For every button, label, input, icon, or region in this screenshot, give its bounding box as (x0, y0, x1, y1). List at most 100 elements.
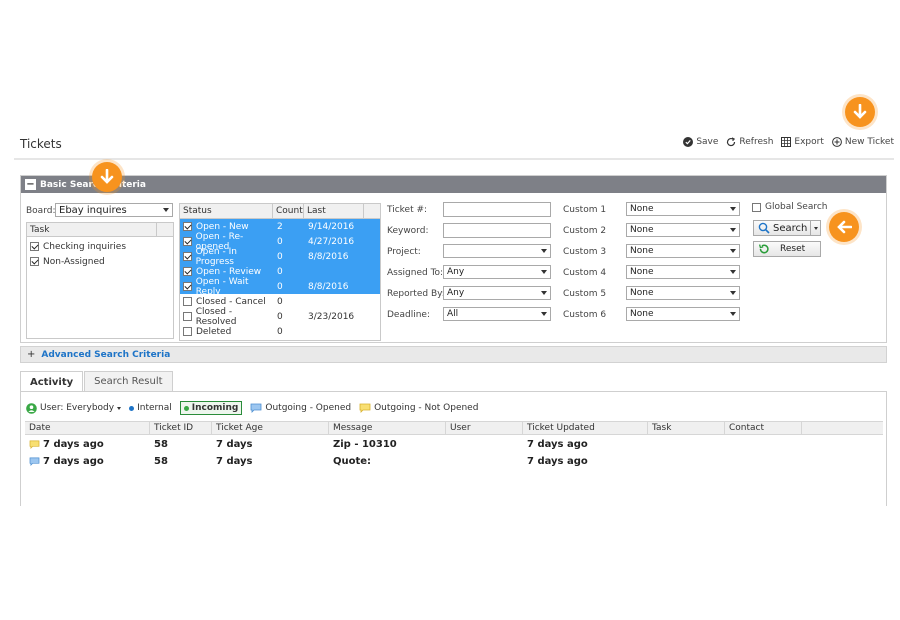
save-button[interactable]: Save (683, 137, 718, 147)
chat-bubble-yellow-icon (29, 440, 40, 449)
col-user[interactable]: User (446, 422, 523, 434)
chat-bubble-blue-icon (29, 457, 40, 466)
table-row[interactable]: 7 days ago 58 7 days Quote: 7 days ago (25, 453, 648, 469)
status-col-header: Status (180, 204, 273, 218)
task-item[interactable]: Checking inquiries (27, 239, 173, 254)
search-button[interactable]: Search (753, 220, 821, 236)
reset-icon (758, 244, 769, 254)
task-item[interactable]: Non-Assigned (27, 254, 173, 269)
checkbox[interactable] (183, 297, 192, 306)
status-label: Open - Wait Reply (195, 276, 249, 297)
new-ticket-button[interactable]: New Ticket (831, 137, 894, 147)
hint-arrow-left-icon (829, 212, 859, 242)
ticket-no-input[interactable] (443, 202, 551, 217)
status-row[interactable]: Open - In Progress 0 8/8/2016 (180, 246, 380, 267)
col-message[interactable]: Message (329, 422, 446, 434)
custom-2-label: Custom 2 (563, 226, 607, 236)
result-tabs: Activity Search Result (20, 371, 174, 392)
search-button-label: Search (773, 222, 808, 234)
task-list: Task Checking inquiries Non-Assigned (26, 222, 174, 339)
checkbox[interactable] (183, 237, 192, 246)
status-list: Status Count Last Open - New 2 9/14/2016… (179, 203, 381, 341)
table-row[interactable]: 7 days ago 58 7 days Zip - 10310 7 days … (25, 436, 648, 452)
outgoing-not-opened-filter[interactable]: Outgoing - Not Opened (359, 403, 478, 413)
deadline-value: All (447, 309, 459, 319)
tab-search-result[interactable]: Search Result (84, 371, 173, 391)
checkbox[interactable] (30, 257, 39, 266)
custom-3-select[interactable]: None (626, 244, 740, 258)
chevron-down-icon (730, 228, 736, 232)
internal-filter-label: Internal (137, 403, 172, 413)
basic-search-header[interactable]: − Basic Search Criteria (21, 176, 886, 193)
col-contact[interactable]: Contact (725, 422, 802, 434)
custom-2-select[interactable]: None (626, 223, 740, 237)
tab-activity[interactable]: Activity (20, 371, 84, 392)
project-select[interactable] (443, 244, 551, 258)
checkbox[interactable] (752, 202, 761, 212)
cell-ticket-updated: 7 days ago (527, 455, 588, 467)
col-ticket-id[interactable]: Ticket ID (150, 422, 212, 434)
advanced-search-bar[interactable]: + Advanced Search Criteria (20, 346, 887, 363)
col-ticket-updated[interactable]: Ticket Updated (523, 422, 648, 434)
custom-5-select[interactable]: None (626, 286, 740, 300)
page-title: Tickets (20, 137, 62, 151)
chat-bubble-blue-icon (250, 403, 262, 413)
custom-1-label: Custom 1 (563, 205, 607, 215)
ticket-no-label: Ticket #: (387, 205, 428, 215)
activity-filters: User: Everybody Internal Incoming Outgoi… (26, 401, 478, 415)
custom-1-value: None (630, 204, 654, 214)
chevron-down-icon (541, 270, 547, 274)
custom-5-label: Custom 5 (563, 289, 607, 299)
internal-filter[interactable]: Internal (129, 403, 172, 413)
custom-1-select[interactable]: None (626, 202, 740, 216)
chat-bubble-yellow-icon (359, 403, 371, 413)
custom-6-select[interactable]: None (626, 307, 740, 321)
checkbox[interactable] (183, 312, 192, 321)
refresh-button[interactable]: Refresh (726, 137, 773, 147)
task-item-label: Non-Assigned (43, 256, 105, 267)
user-filter[interactable]: User: Everybody (26, 402, 122, 414)
collapse-icon[interactable]: − (25, 179, 36, 190)
col-ticket-age[interactable]: Ticket Age (212, 422, 329, 434)
custom-4-select[interactable]: None (626, 265, 740, 279)
status-label: Open - In Progress (195, 246, 237, 267)
global-search-toggle[interactable]: Global Search (752, 202, 828, 212)
status-row[interactable]: Open - Wait Reply 0 8/8/2016 (180, 276, 380, 297)
board-select[interactable]: Ebay inquires (55, 203, 173, 217)
incoming-filter[interactable]: Incoming (179, 401, 243, 415)
cell-ticket-age: 7 days (216, 438, 253, 450)
deadline-select[interactable]: All (443, 307, 551, 321)
board-select-value: Ebay inquires (59, 204, 127, 216)
checkbox[interactable] (183, 222, 192, 231)
checkbox[interactable] (183, 327, 192, 336)
status-count: 0 (277, 281, 283, 292)
col-date[interactable]: Date (25, 422, 150, 434)
checkbox[interactable] (30, 242, 39, 251)
last-col-header: Last (304, 204, 364, 218)
project-label: Project: (387, 247, 421, 257)
expand-icon[interactable]: + (27, 349, 35, 360)
export-label: Export (794, 137, 824, 147)
outgoing-opened-filter[interactable]: Outgoing - Opened (250, 403, 351, 413)
search-options-toggle[interactable] (810, 221, 820, 235)
checkbox[interactable] (183, 252, 192, 261)
keyword-input[interactable] (443, 223, 551, 238)
search-icon (758, 222, 770, 234)
status-row[interactable]: Deleted 0 (180, 324, 380, 339)
assigned-to-select[interactable]: Any (443, 265, 551, 279)
toolbar: Save Refresh Export New Ticket (683, 137, 894, 147)
status-label: Closed - Resolved (195, 306, 237, 327)
chevron-down-icon (163, 208, 169, 212)
cell-ticket-id: 58 (154, 438, 168, 450)
checkbox[interactable] (183, 267, 192, 276)
reported-by-select[interactable]: Any (443, 286, 551, 300)
status-row[interactable]: Closed - Resolved 0 3/23/2016 (180, 306, 380, 327)
col-task[interactable]: Task (648, 422, 725, 434)
chevron-down-icon (730, 249, 736, 253)
keyword-label: Keyword: (387, 226, 429, 236)
chevron-down-icon (541, 249, 547, 253)
status-count: 0 (277, 266, 283, 277)
checkbox[interactable] (183, 282, 192, 291)
export-button[interactable]: Export (781, 137, 824, 147)
reset-button[interactable]: Reset (753, 241, 821, 257)
